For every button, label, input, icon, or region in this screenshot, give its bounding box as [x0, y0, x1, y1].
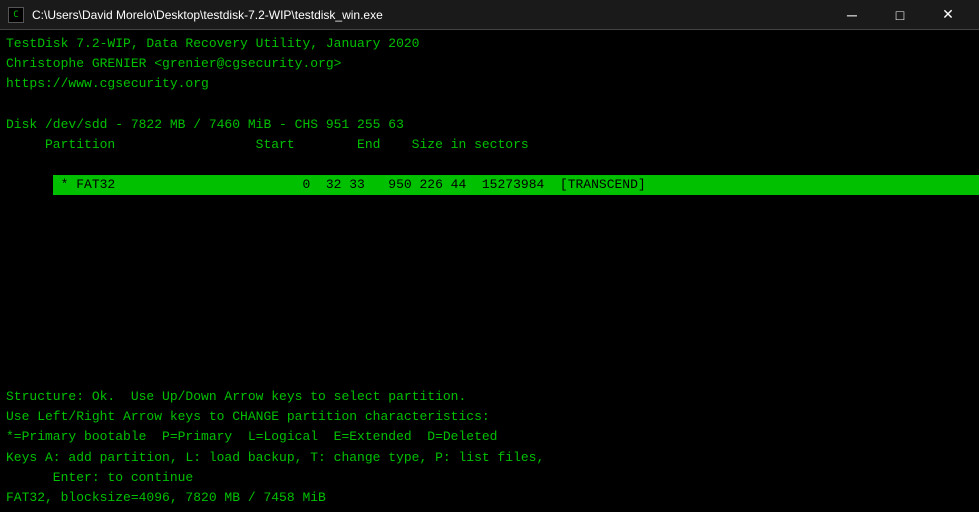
blank-line-1: [6, 94, 973, 114]
maximize-button[interactable]: □: [877, 0, 923, 30]
console-area: TestDisk 7.2-WIP, Data Recovery Utility,…: [0, 30, 979, 512]
footer-area: Structure: Ok. Use Up/Down Arrow keys to…: [0, 383, 979, 512]
footer-line-5: Enter: to continue: [6, 468, 973, 488]
author-line: Christophe GRENIER <grenier@cgsecurity.o…: [6, 54, 973, 74]
minimize-button[interactable]: ─: [829, 0, 875, 30]
partition-row-line[interactable]: * FAT32 0 32 33 950 226 44 15273984 [TRA…: [6, 155, 973, 215]
footer-line-4: Keys A: add partition, L: load backup, T…: [6, 448, 973, 468]
window-icon: C: [8, 7, 24, 23]
app-title-line: TestDisk 7.2-WIP, Data Recovery Utility,…: [6, 34, 973, 54]
footer-line-6: FAT32, blocksize=4096, 7820 MB / 7458 Mi…: [6, 488, 973, 508]
title-bar: C C:\Users\David Morelo\Desktop\testdisk…: [0, 0, 979, 30]
window-controls: ─ □ ✕: [829, 0, 971, 30]
main-window: C C:\Users\David Morelo\Desktop\testdisk…: [0, 0, 979, 512]
close-button[interactable]: ✕: [925, 0, 971, 30]
title-bar-text: C:\Users\David Morelo\Desktop\testdisk-7…: [32, 8, 829, 22]
website-line: https://www.cgsecurity.org: [6, 74, 973, 94]
footer-line-2: Use Left/Right Arrow keys to CHANGE part…: [6, 407, 973, 427]
selected-partition[interactable]: * FAT32 0 32 33 950 226 44 15273984 [TRA…: [53, 175, 979, 195]
footer-line-3: *=Primary bootable P=Primary L=Logical E…: [6, 427, 973, 447]
footer-line-1: Structure: Ok. Use Up/Down Arrow keys to…: [6, 387, 973, 407]
disk-info-line: Disk /dev/sdd - 7822 MB / 7460 MiB - CHS…: [6, 115, 973, 135]
partition-header-line: Partition Start End Size in sectors: [6, 135, 973, 155]
